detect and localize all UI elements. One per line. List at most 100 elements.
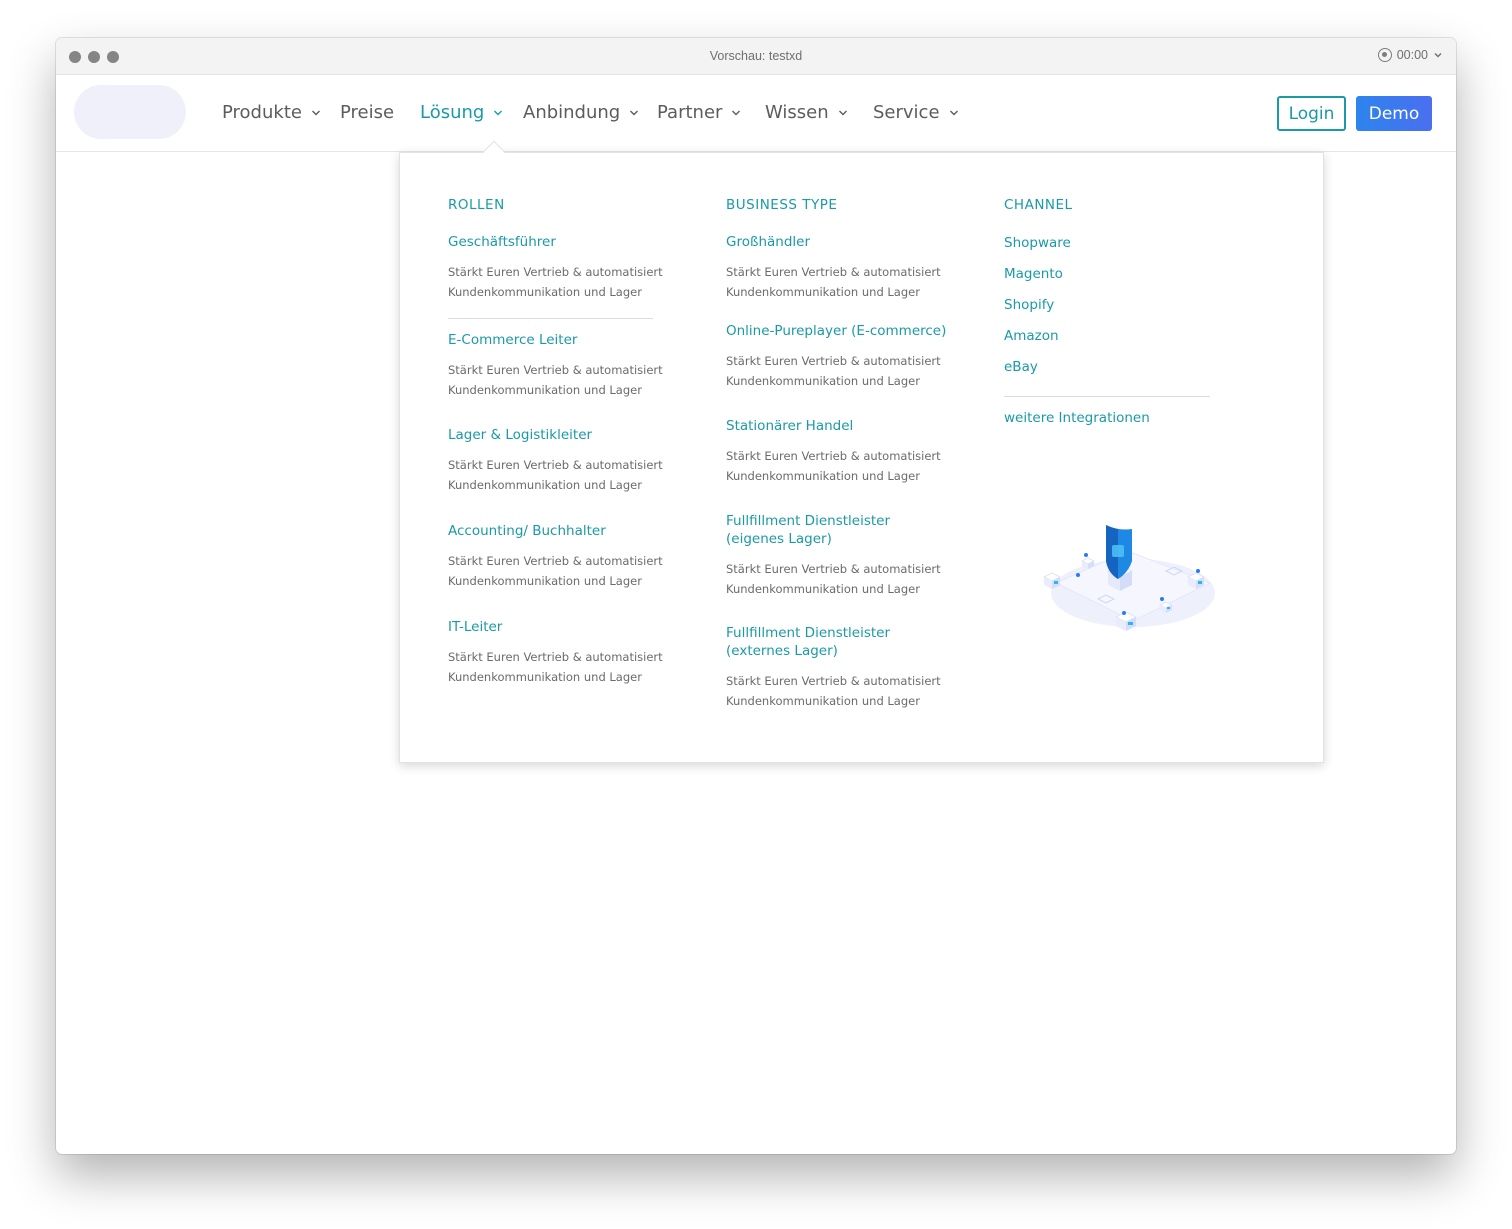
entry-description: Stärkt Euren Vertrieb & automatisiert Ku… [726,351,966,391]
more-integrations-link[interactable]: weitere Integrationen [1004,410,1150,426]
recording-timer[interactable]: 00:00 [1377,48,1443,62]
entry-desc-line: Kundenkommunikation und Lager [726,285,920,299]
chevron-down-icon [838,110,847,115]
menu-entry-fulfillment-externes-lager[interactable]: Fullfillment Dienstleister (externes Lag… [726,624,966,711]
entry-desc-line: Stärkt Euren Vertrieb & automatisiert [726,354,941,368]
title-bar: Vorschau: testxd 00:00 [56,38,1456,75]
menu-entry-fulfillment-eigenes-lager[interactable]: Fullfillment Dienstleister (eigenes Lage… [726,512,966,599]
nav-item-label: Partner [657,102,723,123]
column-channel: CHANNEL Shopware Magento Shopify Amazon … [1004,197,1210,426]
entry-desc-line: Stärkt Euren Vertrieb & automatisiert [448,650,663,664]
window-title: Vorschau: testxd [709,49,803,63]
menu-entry-grosshaendler[interactable]: Großhändler Stärkt Euren Vertrieb & auto… [726,233,966,302]
nav-item-produkte[interactable]: Produkte [222,102,321,123]
nav-item-preise[interactable]: Preise [340,102,394,123]
timer-value: 00:00 [1396,48,1428,62]
entry-description: Stärkt Euren Vertrieb & automatisiert Ku… [726,671,966,711]
entry-title-line: (eigenes Lager) [726,531,832,547]
channel-link-ebay[interactable]: eBay [1004,359,1038,375]
chevron-down-icon [630,110,639,115]
chevron-down-icon [1434,53,1442,58]
entry-description: Stärkt Euren Vertrieb & automatisiert Ku… [726,262,966,302]
nav-item-label: Wissen [765,102,829,123]
channel-link-shopify[interactable]: Shopify [1004,297,1054,313]
entry-description: Stärkt Euren Vertrieb & automatisiert Ku… [448,455,678,495]
entry-desc-line: Stärkt Euren Vertrieb & automatisiert [726,674,941,688]
entry-title[interactable]: Accounting/ Buchhalter [448,522,678,540]
nav-item-wissen[interactable]: Wissen [765,102,848,123]
nav-item-label: Preise [340,102,395,123]
entry-title-line: Fullfillment Dienstleister [726,625,891,641]
entry-title[interactable]: Stationärer Handel [726,417,966,435]
chevron-down-icon [949,110,958,115]
menu-entry-it-leiter[interactable]: IT-Leiter Stärkt Euren Vertrieb & automa… [448,618,678,687]
entry-desc-line: Kundenkommunikation und Lager [448,574,642,588]
nav-item-label: Service [873,102,940,123]
menu-entry-online-pureplayer[interactable]: Online-Pureplayer (E-commerce) Stärkt Eu… [726,322,966,391]
entry-title[interactable]: Großhändler [726,233,966,251]
menu-entry-ecommerce-leiter[interactable]: E-Commerce Leiter Stärkt Euren Vertrieb … [448,331,678,400]
entry-title[interactable]: Fullfillment Dienstleister (externes Lag… [726,624,966,660]
entry-desc-line: Kundenkommunikation und Lager [726,469,920,483]
channel-link-magento[interactable]: Magento [1004,266,1063,282]
loesung-mega-menu: ROLLEN Geschäftsführer Stärkt Euren Vert… [399,152,1324,763]
browser-window: Vorschau: testxd 00:00 Produkte Preise L… [56,38,1456,1154]
entry-desc-line: Kundenkommunikation und Lager [448,285,642,299]
site-logo[interactable] [74,85,186,139]
nav-item-label: Lösung [420,102,485,123]
entry-description: Stärkt Euren Vertrieb & automatisiert Ku… [448,647,678,687]
menu-entry-accounting[interactable]: Accounting/ Buchhalter Stärkt Euren Vert… [448,522,678,591]
nav-item-label: Anbindung [523,102,621,123]
entry-desc-line: Stärkt Euren Vertrieb & automatisiert [448,265,663,279]
column-business-type: BUSINESS TYPE Großhändler Stärkt Euren V… [726,197,946,708]
entry-description: Stärkt Euren Vertrieb & automatisiert Ku… [726,446,966,486]
column-heading: BUSINESS TYPE [726,197,838,213]
channel-link-amazon[interactable]: Amazon [1004,328,1059,344]
chevron-down-icon [311,110,320,115]
entry-title[interactable]: Lager & Logistikleiter [448,426,678,444]
entry-title[interactable]: E-Commerce Leiter [448,331,678,349]
nav-item-loesung[interactable]: Lösung [420,102,503,123]
entry-desc-line: Kundenkommunikation und Lager [726,694,920,708]
entry-description: Stärkt Euren Vertrieb & automatisiert Ku… [448,360,678,400]
security-shield-illustration [1042,525,1215,631]
entry-description: Stärkt Euren Vertrieb & automatisiert Ku… [726,559,966,599]
record-icon [1377,48,1392,62]
entry-title[interactable]: Online-Pureplayer (E-commerce) [726,322,966,340]
nav-item-service[interactable]: Service [873,102,959,123]
login-button[interactable]: Login [1277,96,1346,131]
divider [1004,396,1210,397]
entry-desc-line: Stärkt Euren Vertrieb & automatisiert [726,449,941,463]
entry-desc-line: Kundenkommunikation und Lager [448,670,642,684]
entry-desc-line: Kundenkommunikation und Lager [726,374,920,388]
menu-entry-geschaeftsfuehrer[interactable]: Geschäftsführer Stärkt Euren Vertrieb & … [448,233,678,302]
entry-desc-line: Stärkt Euren Vertrieb & automatisiert [448,554,663,568]
entry-desc-line: Kundenkommunikation und Lager [448,478,642,492]
chevron-down-icon [732,110,741,115]
chevron-down-icon [494,110,503,115]
entry-desc-line: Stärkt Euren Vertrieb & automatisiert [448,363,663,377]
entry-desc-line: Kundenkommunikation und Lager [448,383,642,397]
nav-item-anbindung[interactable]: Anbindung [523,102,639,123]
divider [448,318,653,319]
entry-title[interactable]: IT-Leiter [448,618,678,636]
entry-desc-line: Stärkt Euren Vertrieb & automatisiert [726,265,941,279]
column-heading: CHANNEL [1004,197,1073,213]
demo-button[interactable]: Demo [1356,96,1432,131]
entry-title-line: Fullfillment Dienstleister [726,513,891,529]
entry-description: Stärkt Euren Vertrieb & automatisiert Ku… [448,262,678,302]
column-heading: ROLLEN [448,197,505,213]
channel-link-shopware[interactable]: Shopware [1004,235,1071,251]
nav-item-label: Produkte [222,102,302,123]
site-navbar: Produkte Preise Lösung Anbindung Partner… [56,75,1456,152]
entry-desc-line: Stärkt Euren Vertrieb & automatisiert [726,562,941,576]
entry-title[interactable]: Fullfillment Dienstleister (eigenes Lage… [726,512,966,548]
nav-item-partner[interactable]: Partner [657,102,741,123]
menu-entry-stationaerer-handel[interactable]: Stationärer Handel Stärkt Euren Vertrieb… [726,417,966,486]
entry-title-line: (externes Lager) [726,643,838,659]
entry-description: Stärkt Euren Vertrieb & automatisiert Ku… [448,551,678,591]
column-rollen: ROLLEN Geschäftsführer Stärkt Euren Vert… [448,197,663,684]
entry-title[interactable]: Geschäftsführer [448,233,678,251]
menu-entry-lager-logistikleiter[interactable]: Lager & Logistikleiter Stärkt Euren Vert… [448,426,678,495]
entry-desc-line: Kundenkommunikation und Lager [726,582,920,596]
